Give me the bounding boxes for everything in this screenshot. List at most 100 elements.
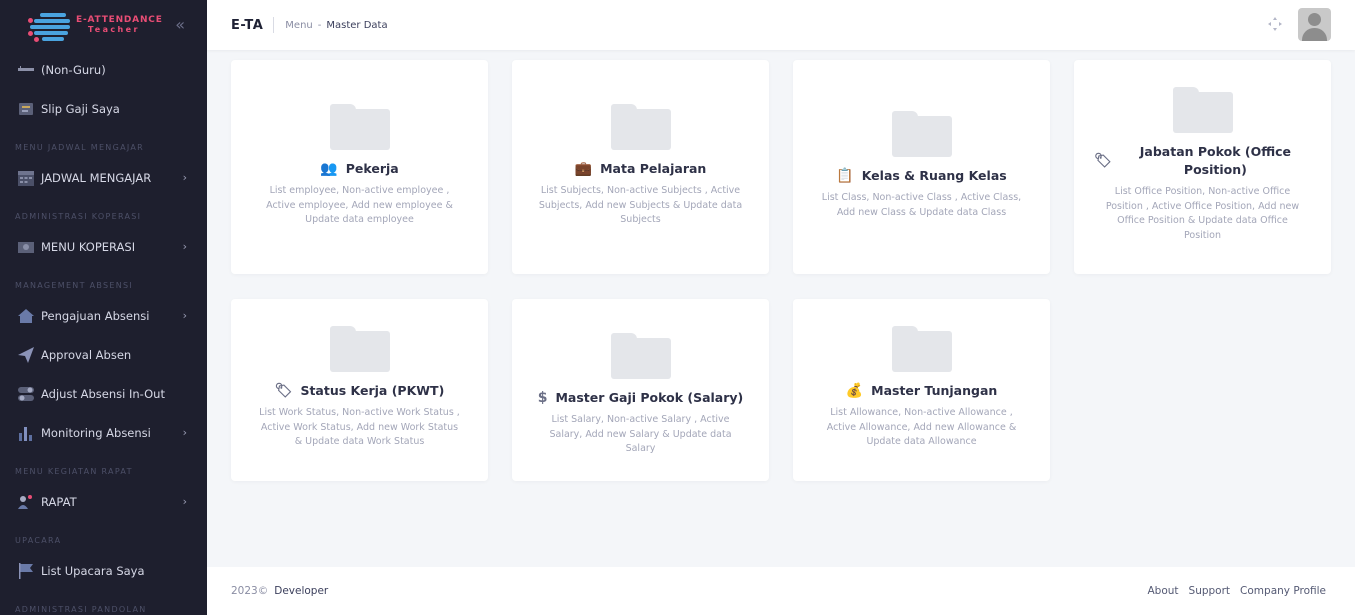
flag-icon — [17, 562, 35, 580]
folder-icon — [891, 111, 952, 157]
footer-link-support[interactable]: Support — [1189, 585, 1231, 597]
footer: 2023© Developer About Support Company Pr… — [207, 567, 1355, 615]
sidebar-item-approval-absen[interactable]: Approval Absen — [0, 335, 207, 374]
master-data-card[interactable]: 🏷 Jabatan Pokok (Office Position) List Off… — [1074, 60, 1331, 274]
home-icon — [17, 307, 35, 325]
card-title-text: Master Gaji Pokok (Salary) — [555, 390, 744, 405]
master-data-card[interactable]: 💰 Master Tunjangan List Allowance, Non-act… — [793, 299, 1050, 481]
card-description: List Salary, Non-active Salary , Active … — [549, 414, 732, 454]
card-title-text: Jabatan Pokok (Office Position) — [1139, 144, 1292, 177]
master-data-card[interactable]: 👥 Pekerja List employee, Non-active employ… — [231, 60, 488, 274]
avatar[interactable] — [1298, 8, 1331, 41]
sidebar-item-monitoring-absensi[interactable]: Monitoring Absensi › — [0, 413, 207, 452]
card-title-text: Kelas & Ruang Kelas — [861, 168, 1007, 183]
clipboard-icon: 📋 — [836, 168, 854, 184]
fullscreen-icon[interactable] — [1267, 16, 1283, 32]
folder-icon — [891, 326, 952, 372]
sidebar-item-label: (Non-Guru) — [41, 62, 106, 77]
footer-link-company-profile[interactable]: Company Profile — [1240, 585, 1326, 597]
developer-link[interactable]: Developer — [274, 585, 328, 597]
ruler-icon — [17, 61, 35, 79]
toggle-icon — [17, 385, 35, 403]
card-title: 👥 Pekerja — [231, 160, 488, 178]
nav-section-heading: MANAGEMENT ABSENSI — [15, 281, 134, 290]
sidebar-item-rapat[interactable]: RAPAT › — [0, 482, 207, 521]
sidebar-item-non-guru[interactable]: (Non-Guru) — [0, 50, 207, 89]
card-title: 📋 Kelas & Ruang Kelas — [793, 167, 1050, 185]
collapse-sidebar-icon[interactable]: « — [175, 15, 185, 34]
logo[interactable]: E-ATTENDANCE Teacher « — [0, 0, 207, 50]
card-title: 💰 Master Tunjangan — [793, 382, 1050, 400]
sidebar-item-label: Pengajuan Absensi — [41, 308, 150, 323]
footer-link-about[interactable]: About — [1147, 585, 1178, 597]
master-data-card[interactable]: 📋 Kelas & Ruang Kelas List Class, Non-acti… — [793, 60, 1050, 274]
chevron-right-icon: › — [182, 309, 187, 322]
card-title: 🏷 Status Kerja (PKWT) — [231, 382, 488, 400]
card-title-text: Status Kerja (PKWT) — [300, 383, 445, 398]
chevron-right-icon: › — [182, 495, 187, 508]
sidebar-item-jadwal-mengajar[interactable]: JADWAL MENGAJAR › — [0, 158, 207, 197]
bar-chart-icon — [17, 424, 35, 442]
breadcrumb-root[interactable]: Menu — [285, 20, 312, 31]
money-bag-icon: 💰 — [845, 383, 864, 399]
master-data-card[interactable]: 🏷 Status Kerja (PKWT) List Work Status, No… — [231, 299, 488, 481]
folder-icon — [329, 326, 390, 372]
logo-mark — [28, 9, 74, 42]
sidebar: E-ATTENDANCE Teacher « (Non-Guru) Slip Ga… — [0, 0, 207, 615]
card-description: List Subjects, Non-active Subjects , Act… — [538, 185, 743, 225]
breadcrumb-separator: - — [317, 19, 322, 31]
nav-section-heading: MENU KEGIATAN RAPAT — [15, 467, 133, 476]
copyright: 2023© — [231, 585, 269, 597]
sidebar-item-label: JADWAL MENGAJAR — [41, 170, 152, 185]
master-data-card[interactable]: $ Master Gaji Pokok (Salary) List Salary, … — [512, 299, 769, 481]
briefcase-icon: 💼 — [574, 161, 593, 177]
sidebar-item-adjust-absensi-in-out[interactable]: Adjust Absensi In-Out — [0, 374, 207, 413]
sidebar-item-label: Approval Absen — [41, 347, 132, 362]
topbar: E-TA Menu - Master Data — [207, 0, 1355, 50]
card-description: List Allowance, Non-active Allowance , A… — [826, 407, 1017, 447]
sidebar-item-label: Monitoring Absensi — [41, 425, 151, 440]
card-title: $ Master Gaji Pokok (Salary) — [512, 389, 769, 407]
chevron-right-icon: › — [182, 171, 187, 184]
divider — [273, 17, 275, 33]
logo-text: E-ATTENDANCE Teacher — [76, 15, 163, 35]
card-description: List Class, Non-active Class , Active Cl… — [821, 192, 1022, 218]
sidebar-nav: (Non-Guru) Slip Gaji Saya MENU JADWAL MENG… — [0, 50, 207, 615]
master-data-card[interactable]: 💼 Mata Pelajaran List Subjects, Non-active… — [512, 60, 769, 274]
sidebar-item-label: Adjust Absensi In-Out — [41, 386, 165, 401]
nav-section-heading: MENU JADWAL MENGAJAR — [15, 143, 144, 152]
breadcrumb: Menu - Master Data — [285, 20, 387, 31]
card-title: 🏷 Jabatan Pokok (Office Position) — [1074, 143, 1331, 179]
nav-section-heading: ADMINISTRASI KOPERASI — [15, 212, 142, 221]
brand-title[interactable]: E-TA — [231, 18, 263, 33]
tag-icon: 🏷 — [274, 383, 293, 399]
sidebar-item-menu-koperasi[interactable]: MENU KOPERASI › — [0, 227, 207, 266]
folder-icon — [610, 104, 671, 150]
sidebar-item-label: MENU KOPERASI — [41, 239, 136, 254]
folder-icon — [329, 104, 390, 150]
dollar-icon: $ — [537, 390, 548, 406]
sidebar-item-label: Slip Gaji Saya — [41, 101, 120, 116]
card-description: List Work Status, Non-active Work Status… — [259, 407, 460, 447]
card-title: 💼 Mata Pelajaran — [512, 160, 769, 178]
sidebar-item-list-upacara-saya[interactable]: List Upacara Saya — [0, 551, 207, 590]
logo-line1: E-ATTENDANCE — [76, 15, 163, 25]
calendar-icon — [17, 169, 35, 187]
card-description: List Office Position, Non-active Office … — [1105, 186, 1300, 241]
card-title-text: Master Tunjangan — [871, 383, 998, 398]
nav-section-heading: UPACARA — [15, 536, 62, 545]
tags-icon: 🏷 — [1094, 153, 1112, 169]
meeting-icon — [17, 493, 35, 511]
paper-plane-icon — [17, 346, 35, 364]
sidebar-item-label: RAPAT — [41, 494, 77, 509]
folder-icon — [1172, 87, 1233, 133]
footer-links: About Support Company Profile — [1147, 585, 1326, 597]
sidebar-item-pengajuan-absensi[interactable]: Pengajuan Absensi › — [0, 296, 207, 335]
sidebar-item-slip-gaji-saya[interactable]: Slip Gaji Saya — [0, 89, 207, 128]
breadcrumb-current: Master Data — [326, 19, 388, 31]
payslip-icon — [17, 100, 35, 118]
logo-line2: Teacher — [88, 25, 140, 34]
sidebar-item-label: List Upacara Saya — [41, 563, 145, 578]
chevron-right-icon: › — [182, 426, 187, 439]
chevron-right-icon: › — [182, 240, 187, 253]
